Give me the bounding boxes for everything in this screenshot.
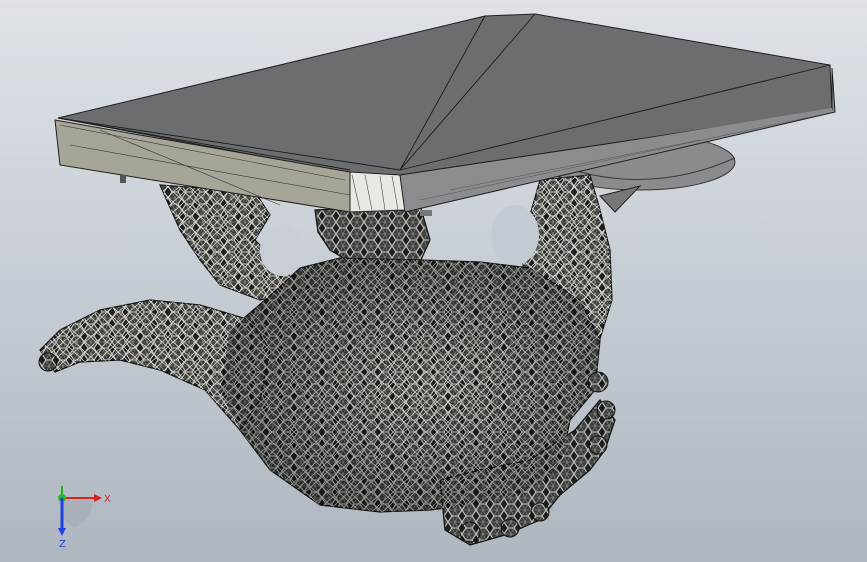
triad-shadow: [62, 500, 93, 528]
graphics-viewport[interactable]: X Z: [0, 0, 867, 562]
z-axis-label: Z: [59, 539, 66, 548]
z-axis-arrow: [58, 528, 66, 536]
x-axis-arrow: [94, 494, 102, 502]
model-view[interactable]: [0, 0, 867, 562]
x-axis-label: X: [104, 494, 111, 505]
orientation-triad[interactable]: X Z: [30, 478, 120, 548]
